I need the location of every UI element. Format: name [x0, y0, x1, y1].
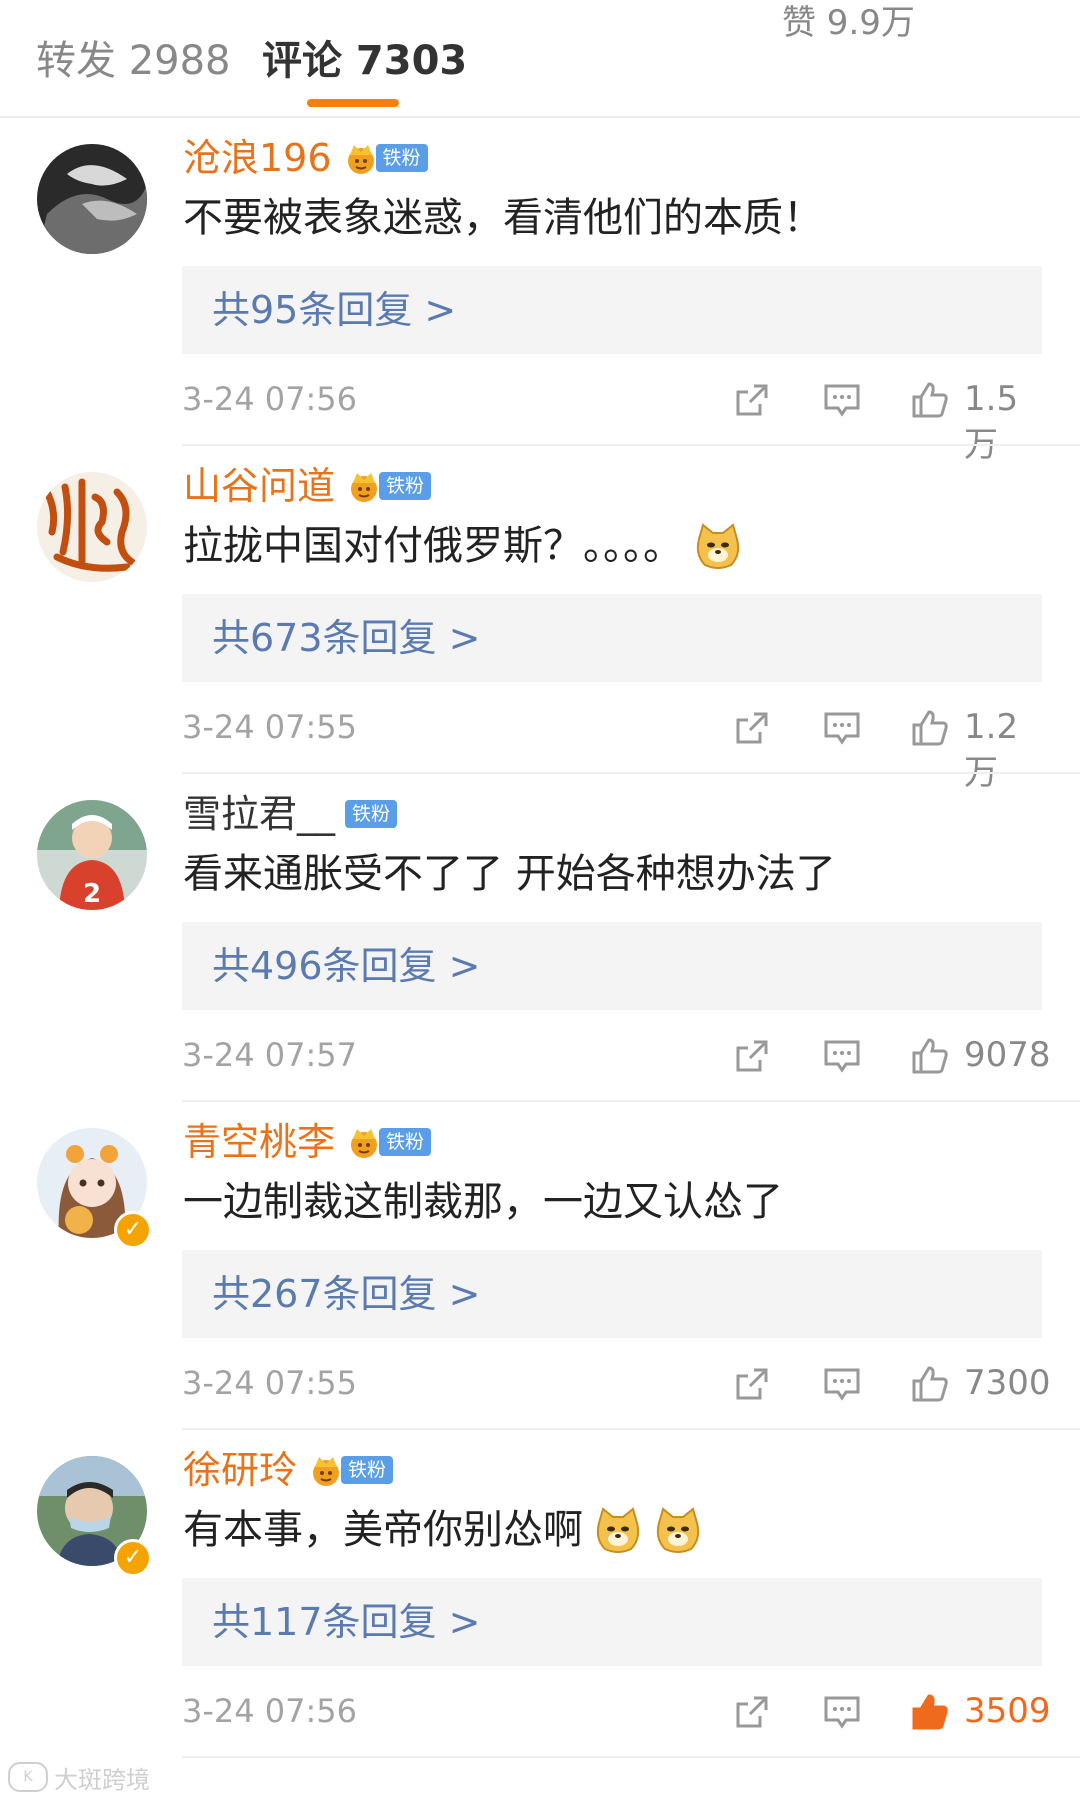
- share-icon[interactable]: [732, 1364, 772, 1404]
- fan-badge-label: 铁粉: [341, 1456, 394, 1484]
- comment-item: 2 雪拉君__ 铁粉 看来通胀受不了了 开始各种想办法了 共496条回复 > 3…: [0, 774, 1080, 1102]
- comment-text-content: 有本事，美帝你别怂啊: [183, 1507, 583, 1553]
- doge-emoji: [693, 521, 743, 571]
- comment-footer: 3-24 07:55 7300: [182, 1360, 1051, 1406]
- crown-icon: [347, 145, 374, 174]
- watermark: K 大斑跨境: [8, 1760, 150, 1794]
- name-row: 雪拉君__ 铁粉: [183, 786, 398, 842]
- comment-text: 拉拢中国对付俄罗斯？。。。。: [183, 518, 743, 574]
- comment-item: ✓ 徐研玲 铁粉 有本事，美帝你别怂啊 共117条回复 > 3-24 07:56…: [0, 1430, 1080, 1758]
- replies-link[interactable]: 共267条回复 >: [182, 1250, 1042, 1338]
- timestamp: 3-24 07:56: [182, 380, 358, 418]
- comment-text: 一边制裁这制裁那，一边又认怂了: [183, 1174, 783, 1230]
- fan-badge: 铁粉: [345, 1125, 432, 1159]
- replies-label: 共673条回复 >: [212, 616, 481, 660]
- fan-badge-label: 铁粉: [379, 1128, 432, 1156]
- replies-label: 共117条回复 >: [212, 1600, 481, 1644]
- crown-icon: [351, 1129, 378, 1158]
- replies-label: 共496条回复 >: [212, 944, 481, 988]
- comment-item: ✓ 青空桃李 铁粉 一边制裁这制裁那，一边又认怂了 共267条回复 > 3-24…: [0, 1102, 1080, 1430]
- verified-icon: ✓: [114, 1539, 152, 1577]
- username[interactable]: 青空桃李: [183, 1117, 335, 1167]
- username[interactable]: 沧浪196: [183, 133, 332, 183]
- thumbs-up-icon[interactable]: [910, 1364, 950, 1404]
- avatar[interactable]: [37, 144, 147, 254]
- avatar[interactable]: 2: [37, 800, 147, 910]
- tab-bar: 转发 2988 评论 7303 赞 9.9万: [0, 0, 1080, 118]
- fan-badge: 铁粉: [345, 797, 398, 831]
- avatar-image: [37, 472, 147, 582]
- comment-text-content: 一边制裁这制裁那，一边又认怂了: [183, 1179, 783, 1225]
- share-icon[interactable]: [732, 1692, 772, 1732]
- name-row: 沧浪196 铁粉: [183, 130, 428, 186]
- fan-badge: 铁粉: [307, 1453, 394, 1487]
- share-icon[interactable]: [732, 1036, 772, 1076]
- like-count: 7300: [964, 1363, 1051, 1403]
- fan-badge-label: 铁粉: [345, 800, 398, 828]
- tab-comments[interactable]: 评论 7303: [262, 36, 467, 86]
- thumbs-up-icon[interactable]: [910, 380, 950, 420]
- fan-badge-label: 铁粉: [379, 472, 432, 500]
- comment-text: 不要被表象迷惑，看清他们的本质！: [183, 190, 823, 246]
- thumbs-up-icon-liked[interactable]: [910, 1692, 950, 1732]
- comment-footer: 3-24 07:56 1.5万: [182, 376, 1040, 465]
- comment-icon[interactable]: [822, 380, 862, 420]
- active-tab-indicator: [307, 99, 399, 107]
- replies-link[interactable]: 共117条回复 >: [182, 1578, 1042, 1666]
- crown-icon: [313, 1457, 340, 1486]
- share-icon[interactable]: [732, 380, 772, 420]
- comment-footer: 3-24 07:57 9078: [182, 1032, 1051, 1078]
- comment-text-content: 不要被表象迷惑，看清他们的本质！: [183, 195, 823, 241]
- verified-icon: ✓: [114, 1211, 152, 1249]
- comment-item: 山谷问道 铁粉 拉拢中国对付俄罗斯？。。。。 共673条回复 > 3-24 07…: [0, 446, 1080, 793]
- avatar-image: [37, 144, 147, 254]
- comment-item: 沧浪196 铁粉 不要被表象迷惑，看清他们的本质！ 共95条回复 > 3-24 …: [0, 118, 1080, 465]
- svg-text:2: 2: [83, 879, 101, 909]
- comment-icon[interactable]: [822, 1692, 862, 1732]
- comment-text: 看来通胀受不了了 开始各种想办法了: [183, 846, 836, 902]
- comment-list: 沧浪196 铁粉 不要被表象迷惑，看清他们的本质！ 共95条回复 > 3-24 …: [0, 118, 1080, 1758]
- thumbs-up-icon[interactable]: [910, 1036, 950, 1076]
- fan-badge: 铁粉: [345, 469, 432, 503]
- replies-link[interactable]: 共95条回复 >: [182, 266, 1042, 354]
- name-row: 山谷问道 铁粉: [183, 458, 432, 514]
- name-row: 青空桃李 铁粉: [183, 1114, 432, 1170]
- comment-text-content: 看来通胀受不了了 开始各种想办法了: [183, 851, 836, 897]
- replies-link[interactable]: 共496条回复 >: [182, 922, 1042, 1010]
- fan-badge-label: 铁粉: [375, 144, 428, 172]
- replies-label: 共267条回复 >: [212, 1272, 481, 1316]
- username[interactable]: 徐研玲: [183, 1445, 297, 1495]
- comment-icon[interactable]: [822, 1036, 862, 1076]
- comment-footer: 3-24 07:56 3509: [182, 1688, 1051, 1734]
- comment-icon[interactable]: [822, 1364, 862, 1404]
- username[interactable]: 山谷问道: [183, 461, 335, 511]
- comment-footer: 3-24 07:55 1.2万: [182, 704, 1040, 793]
- share-icon[interactable]: [732, 708, 772, 748]
- timestamp: 3-24 07:56: [182, 1692, 358, 1730]
- comment-text-content: 拉拢中国对付俄罗斯？。。。。: [183, 523, 683, 569]
- doge-emoji: [653, 1505, 703, 1555]
- like-count: 3509: [964, 1691, 1051, 1731]
- comment-text: 有本事，美帝你别怂啊: [183, 1502, 703, 1558]
- watermark-logo: K: [8, 1762, 48, 1792]
- comment-icon[interactable]: [822, 708, 862, 748]
- username[interactable]: 雪拉君__: [183, 789, 335, 839]
- tab-reposts[interactable]: 转发 2988: [36, 36, 231, 86]
- avatar[interactable]: [37, 472, 147, 582]
- watermark-text: 大斑跨境: [54, 1765, 150, 1794]
- divider: [182, 1756, 1080, 1758]
- crown-icon: [351, 473, 378, 502]
- like-count: 9078: [964, 1035, 1051, 1075]
- name-row: 徐研玲 铁粉: [183, 1442, 394, 1498]
- timestamp: 3-24 07:57: [182, 1036, 358, 1074]
- avatar-image: 2: [37, 800, 147, 910]
- tab-likes[interactable]: 赞 9.9万: [782, 0, 1038, 46]
- fan-badge: 铁粉: [342, 141, 428, 175]
- doge-emoji: [593, 1505, 643, 1555]
- replies-label: 共95条回复 >: [212, 288, 457, 332]
- replies-link[interactable]: 共673条回复 >: [182, 594, 1042, 682]
- thumbs-up-icon[interactable]: [910, 708, 950, 748]
- timestamp: 3-24 07:55: [182, 1364, 358, 1402]
- timestamp: 3-24 07:55: [182, 708, 358, 746]
